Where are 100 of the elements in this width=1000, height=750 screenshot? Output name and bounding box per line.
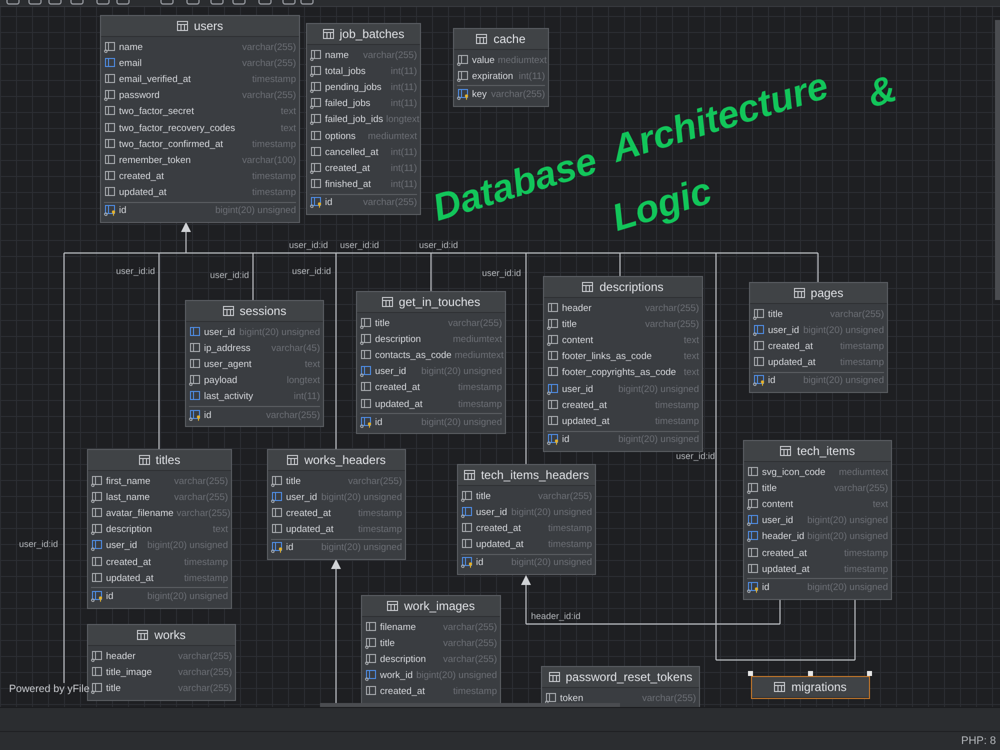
column-name: title_image xyxy=(106,666,152,678)
title-word: Logic xyxy=(608,171,716,239)
toolbar-icon[interactable] xyxy=(282,0,296,5)
column-name: content xyxy=(562,334,594,346)
title-word: & xyxy=(863,68,901,116)
column-name: value xyxy=(472,54,495,66)
column-name: title xyxy=(762,482,777,494)
arrow xyxy=(521,575,531,624)
column-name: created_at xyxy=(325,162,370,174)
table-icon xyxy=(137,630,148,640)
table-name: password_reset_tokens xyxy=(566,670,692,684)
table-name: works xyxy=(154,628,186,642)
column-name: created_at xyxy=(106,556,151,568)
table-card[interactable] xyxy=(306,23,421,215)
table-name: pages xyxy=(810,286,844,300)
selection-handle[interactable] xyxy=(808,671,812,676)
column-name: id xyxy=(119,205,126,216)
table-icon xyxy=(222,306,234,316)
column-name: created_at xyxy=(762,548,807,559)
relation-label: header_id:id xyxy=(531,611,581,622)
relation-label: user_id:id xyxy=(116,266,156,277)
selection-handle[interactable] xyxy=(867,671,872,676)
relation-label: user_id:id xyxy=(19,539,58,550)
relation-label: user_id:id xyxy=(210,270,250,281)
column-name: title xyxy=(380,638,395,649)
column-name: created_at xyxy=(375,382,420,394)
table-icon xyxy=(176,21,188,31)
toolbar-icon[interactable] xyxy=(300,0,314,5)
table-icon xyxy=(582,282,594,292)
column-name: remember_token xyxy=(119,154,191,166)
selection-handle[interactable] xyxy=(748,671,753,676)
column-name: avatar_filename xyxy=(106,508,174,519)
table-card[interactable] xyxy=(100,15,300,224)
php-version[interactable]: PHP: 8 xyxy=(961,735,996,747)
table-name: migrations xyxy=(791,680,847,694)
column-name: two_factor_recovery_codes xyxy=(119,122,236,134)
relation-label: user_id:id xyxy=(292,266,332,277)
table-name: sessions xyxy=(240,304,286,318)
relation-label: user_id:id xyxy=(419,240,458,251)
column-name: created_at xyxy=(119,171,164,182)
vertical-scrollbar[interactable] xyxy=(995,20,1000,300)
column-name: filename xyxy=(380,622,416,633)
column-name: contacts_as_code xyxy=(375,350,452,361)
column-name: id xyxy=(762,582,770,593)
column-name: description xyxy=(380,654,426,665)
column-name: failed_jobs xyxy=(325,98,370,110)
column-name: id xyxy=(375,416,382,428)
toolbar-icon[interactable] xyxy=(48,0,62,5)
column-name: created_at xyxy=(380,686,425,698)
horizontal-scrollbar[interactable] xyxy=(320,703,620,707)
column-name: updated_at xyxy=(286,524,334,536)
column-name: email_verified_at xyxy=(119,74,191,85)
credit-text: Powered by yFile xyxy=(9,683,90,695)
toolbar-icon[interactable] xyxy=(232,0,246,5)
relation-label: user_id:id xyxy=(676,451,716,462)
table-icon xyxy=(794,288,805,298)
toolbar-icon[interactable] xyxy=(258,0,272,5)
table-card[interactable]: migrations xyxy=(751,676,870,699)
column-name: id xyxy=(562,434,570,446)
column-name: title xyxy=(286,476,301,487)
column-name: user_id xyxy=(476,506,508,518)
column-name: user_id xyxy=(768,324,800,336)
table-icon xyxy=(464,470,475,480)
column-name: header_id xyxy=(762,531,804,542)
table-name: job_batches xyxy=(340,27,404,41)
toolbar-icon[interactable] xyxy=(70,0,84,5)
column-name: header xyxy=(562,302,592,314)
toolbar-icon[interactable] xyxy=(210,0,224,5)
column-name: description xyxy=(375,334,421,345)
toolbar-icon[interactable] xyxy=(186,0,200,5)
column-name: two_factor_confirmed_at xyxy=(119,138,224,150)
column-name: user_id xyxy=(562,384,594,395)
toolbar-icon[interactable] xyxy=(28,0,42,5)
table-name: users xyxy=(194,19,224,33)
toolbar-icon[interactable] xyxy=(96,0,110,5)
table-name: tech_items xyxy=(796,444,856,458)
column-name: failed_job_ids xyxy=(325,114,384,126)
toolbar-icon[interactable] xyxy=(160,0,174,5)
table-icon xyxy=(138,455,150,465)
column-name: password xyxy=(119,90,160,102)
column-name: user_id xyxy=(106,540,138,552)
table-name: get_in_touches xyxy=(398,295,480,309)
column-name: work_id xyxy=(380,670,413,682)
column-name: id xyxy=(204,410,212,421)
relation-label: user_id:id xyxy=(340,240,380,251)
toolbar-icon[interactable] xyxy=(116,0,130,5)
column-name: header xyxy=(106,650,136,662)
column-name: email xyxy=(119,58,142,69)
column-name: title xyxy=(562,318,577,330)
column-name: id xyxy=(476,557,484,568)
table-icon xyxy=(322,29,334,39)
arrow xyxy=(181,222,191,253)
column-name: total_jobs xyxy=(325,66,366,77)
toolbar-icon[interactable] xyxy=(6,0,20,5)
column-name: content xyxy=(762,498,794,510)
column-name: id xyxy=(768,375,776,386)
table-icon xyxy=(382,297,393,307)
table-name: cache xyxy=(493,32,526,46)
table-card[interactable] xyxy=(543,276,703,452)
column-name: last_activity xyxy=(204,391,254,402)
